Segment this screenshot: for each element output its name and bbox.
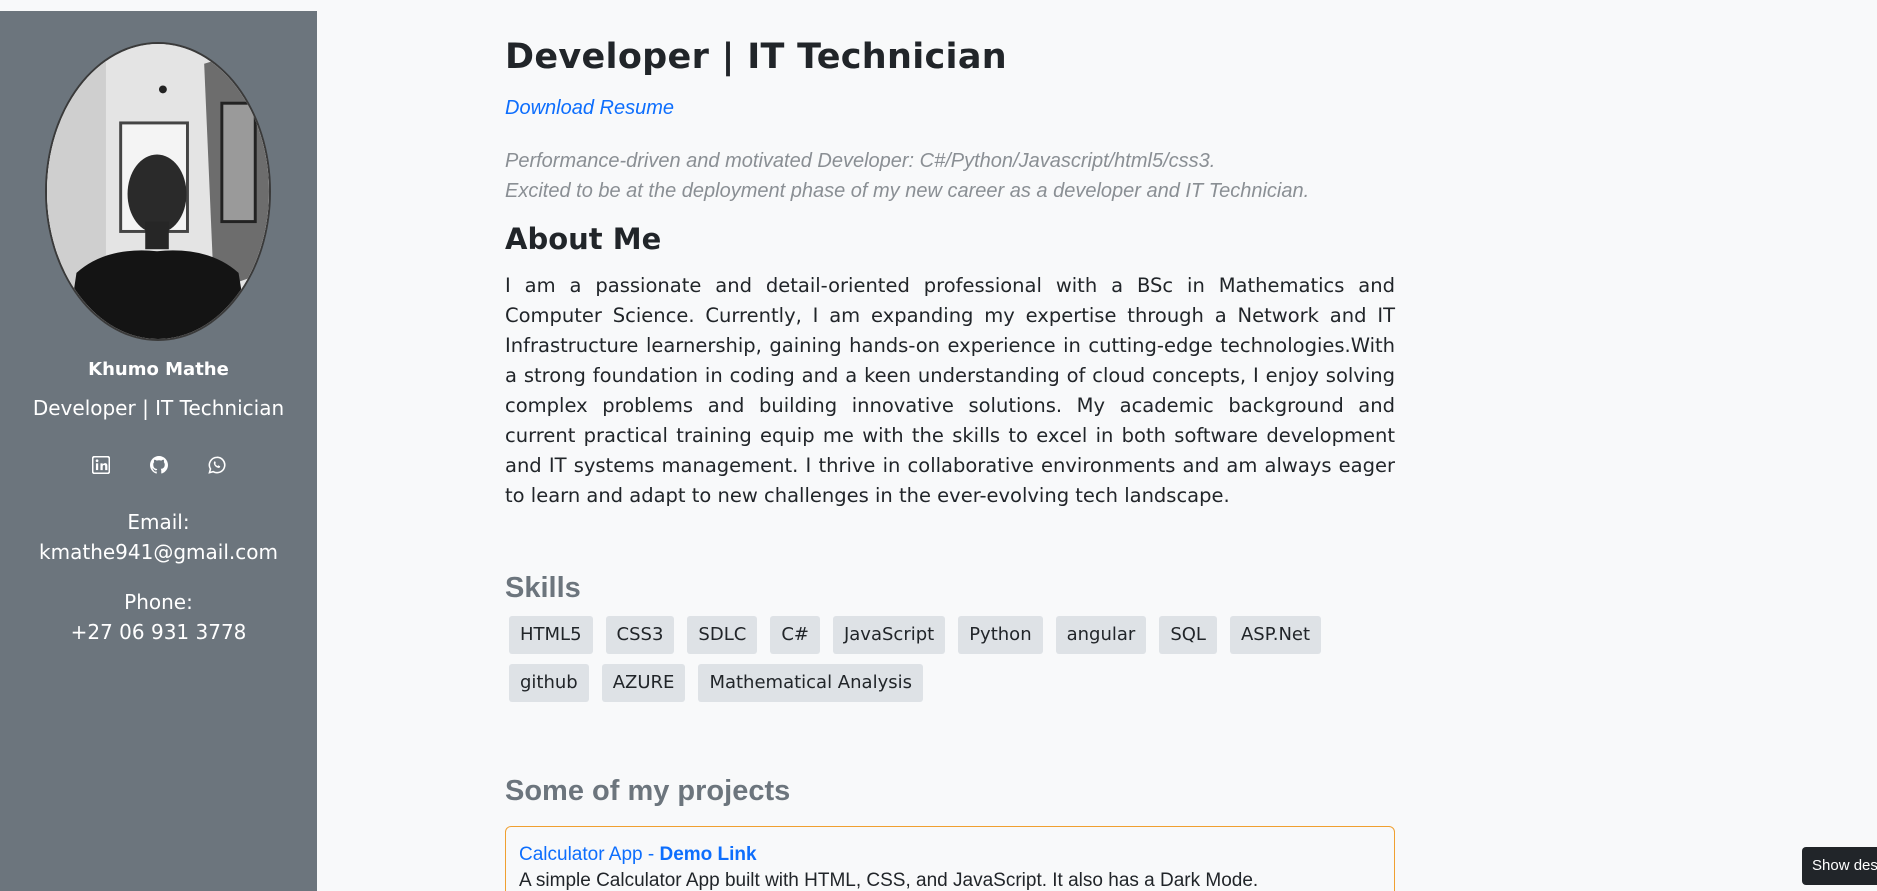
project-title: Calculator App - Demo Link — [519, 844, 1381, 866]
profile-title: Developer | IT Technician — [32, 396, 285, 420]
project-card: Calculator App - Demo Link A simple Calc… — [505, 826, 1395, 891]
skill-badge: Python — [958, 616, 1043, 654]
show-desktop-button[interactable]: Show des — [1802, 847, 1877, 885]
project-name: Calculator App — [519, 844, 643, 865]
skill-badge: SDLC — [687, 616, 758, 654]
linkedin-icon[interactable] — [91, 456, 110, 474]
sidebar: Khumo Mathe Developer | IT Technician Em… — [0, 11, 317, 891]
tagline: Performance-driven and motivated Develop… — [505, 146, 1309, 206]
email-label: Email: — [127, 510, 190, 534]
projects-heading: Some of my projects — [505, 775, 791, 807]
skills-heading: Skills — [505, 572, 581, 604]
page-title: Developer | IT Technician — [505, 37, 1007, 77]
project-description: A simple Calculator App built with HTML,… — [519, 870, 1259, 891]
project-separator: - — [642, 844, 660, 865]
skill-badge: HTML5 — [509, 616, 593, 654]
skill-badge: C# — [770, 616, 820, 654]
skill-badge: github — [509, 664, 589, 702]
github-icon[interactable] — [149, 456, 168, 474]
skill-badge: JavaScript — [832, 616, 946, 654]
phone-value: +27 06 931 3778 — [70, 620, 247, 644]
download-resume-link[interactable]: Download Resume — [505, 97, 674, 120]
social-links — [0, 456, 317, 474]
email-value[interactable]: kmathe941@gmail.com — [0, 540, 317, 564]
avatar — [45, 42, 271, 341]
skill-badge: SQL — [1159, 616, 1217, 654]
whatsapp-icon[interactable] — [207, 456, 226, 474]
phone-label: Phone: — [124, 590, 193, 614]
skill-badge: ASP.Net — [1229, 616, 1322, 654]
sidebar-top-band — [0, 0, 317, 11]
about-heading: About Me — [505, 222, 662, 256]
skill-badge: AZURE — [601, 664, 686, 702]
skill-badge: angular — [1055, 616, 1147, 654]
about-text: I am a passionate and detail-oriented pr… — [505, 274, 1395, 507]
tagline-line-1: Performance-driven and motivated Develop… — [505, 150, 1216, 172]
skill-badge: Mathematical Analysis — [698, 664, 923, 702]
skill-badge: CSS3 — [605, 616, 675, 654]
profile-name: Khumo Mathe — [88, 359, 229, 380]
project-demo-link[interactable]: Demo Link — [659, 844, 756, 865]
tagline-line-2: Excited to be at the deployment phase of… — [505, 180, 1310, 202]
avatar-photo — [47, 44, 269, 339]
skills-list: HTML5 CSS3 SDLC C# JavaScript Python ang… — [509, 616, 1389, 702]
